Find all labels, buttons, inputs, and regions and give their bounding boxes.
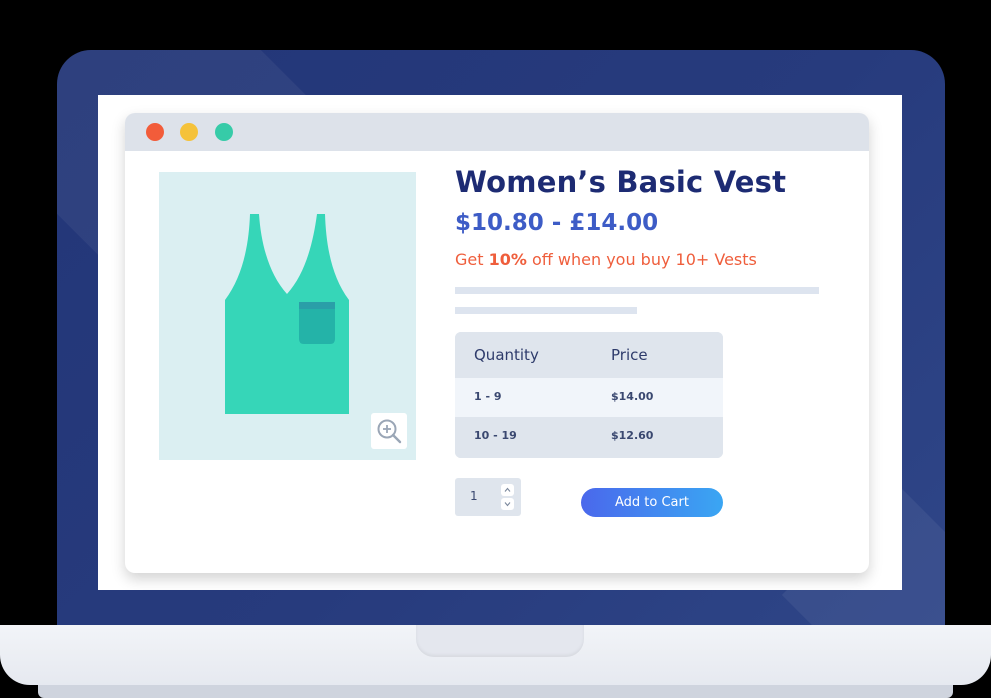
table-header: Quantity Price <box>455 332 723 378</box>
close-window-button[interactable] <box>146 123 164 141</box>
price-cell: $14.00 <box>611 390 654 403</box>
column-header-quantity: Quantity <box>474 346 539 364</box>
pricing-table: Quantity Price 1 - 9 $14.00 10 - 19 $12.… <box>455 332 723 458</box>
maximize-window-button[interactable] <box>215 123 233 141</box>
vest-icon <box>225 214 349 414</box>
increment-button[interactable] <box>501 484 514 496</box>
zoom-button[interactable] <box>371 413 407 449</box>
browser-window: Women’s Basic Vest $10.80 - £14.00 Get 1… <box>125 113 869 573</box>
description-placeholder-line <box>455 307 637 314</box>
quantity-value[interactable]: 1 <box>470 489 478 503</box>
decrement-button[interactable] <box>501 498 514 510</box>
column-header-price: Price <box>611 346 648 364</box>
quantity-cell: 1 - 9 <box>474 390 502 403</box>
laptop-foot <box>38 685 953 698</box>
price-cell: $12.60 <box>611 429 654 442</box>
promo-suffix: off when you buy 10+ Vests <box>526 250 757 269</box>
laptop-screen: Women’s Basic Vest $10.80 - £14.00 Get 1… <box>98 95 902 590</box>
laptop-notch <box>416 625 584 657</box>
table-row: 10 - 19 $12.60 <box>455 417 723 458</box>
promo-text: Get 10% off when you buy 10+ Vests <box>455 250 757 269</box>
product-image <box>159 172 416 460</box>
quantity-cell: 10 - 19 <box>474 429 517 442</box>
product-title: Women’s Basic Vest <box>455 165 787 199</box>
quantity-stepper[interactable]: 1 <box>455 478 521 516</box>
promo-highlight: 10% <box>488 250 527 269</box>
table-row: 1 - 9 $14.00 <box>455 378 723 417</box>
minimize-window-button[interactable] <box>180 123 198 141</box>
promo-prefix: Get <box>455 250 489 269</box>
add-to-cart-button[interactable]: Add to Cart <box>581 488 723 517</box>
stepper-controls <box>499 482 517 512</box>
description-placeholder-line <box>455 287 819 294</box>
chevron-down-icon <box>504 502 511 507</box>
chevron-up-icon <box>504 487 511 492</box>
zoom-in-icon <box>377 419 402 444</box>
browser-titlebar <box>125 113 869 151</box>
price-range: $10.80 - £14.00 <box>455 210 659 236</box>
